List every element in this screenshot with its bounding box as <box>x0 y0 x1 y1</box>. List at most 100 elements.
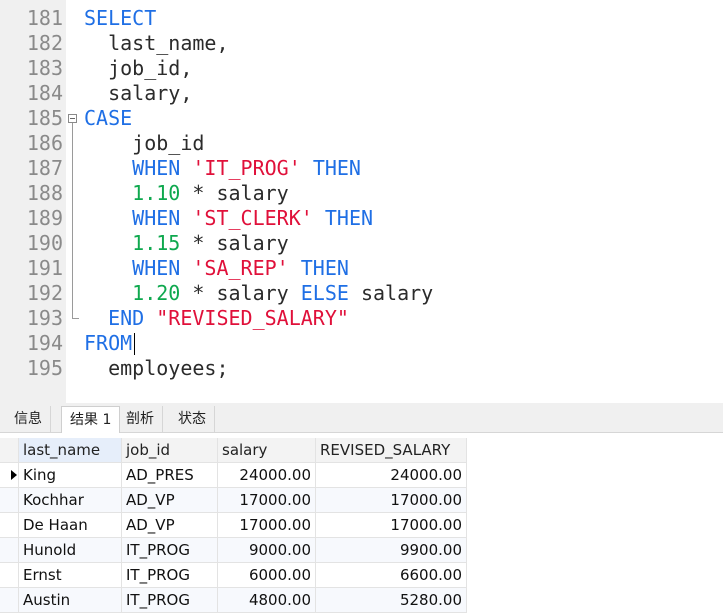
code-line[interactable]: 191 WHEN 'SA_REP' THEN <box>0 256 723 281</box>
code-text: WHEN 'SA_REP' THEN <box>84 256 349 281</box>
fold-toggle-icon[interactable] <box>68 114 77 123</box>
cell-job-id[interactable]: AD_VP <box>122 488 218 513</box>
code-line[interactable]: 190 1.15 * salary <box>0 231 723 256</box>
code-line[interactable]: 183 job_id, <box>0 56 723 81</box>
code-line[interactable]: 182 last_name, <box>0 31 723 56</box>
code-line[interactable]: 195 employees; <box>0 356 723 381</box>
line-number: 192 <box>26 281 63 305</box>
code-text: END "REVISED_SALARY" <box>84 306 349 331</box>
code-text: job_id <box>84 131 204 156</box>
sql-string: "REVISED_SALARY" <box>156 306 349 330</box>
cell-job-id[interactable]: IT_PROG <box>122 563 218 588</box>
line-number: 184 <box>26 81 63 105</box>
cell-revised-salary[interactable]: 17000.00 <box>316 513 467 538</box>
tab-info[interactable]: 信息 <box>6 406 51 432</box>
code-line[interactable]: 193 END "REVISED_SALARY" <box>0 306 723 331</box>
cell-salary[interactable]: 24000.00 <box>218 463 316 488</box>
cell-revised-salary[interactable]: 6600.00 <box>316 563 467 588</box>
code-text: 1.20 * salary ELSE salary <box>84 281 433 306</box>
code-line[interactable]: 181 SELECT <box>0 6 723 31</box>
tab-result-1[interactable]: 结果 1 <box>61 406 121 433</box>
sql-string: 'SA_REP' <box>192 256 289 280</box>
result-grid[interactable]: last_name job_id salary REVISED_SALARY K… <box>0 433 723 616</box>
code-line[interactable]: 187 WHEN 'IT_PROG' THEN <box>0 156 723 181</box>
cell-revised-salary[interactable]: 17000.00 <box>316 488 467 513</box>
cell-revised-salary[interactable]: 5280.00 <box>316 588 467 613</box>
code-line[interactable]: 185 CASE <box>0 106 723 131</box>
cell-revised-salary[interactable]: 24000.00 <box>316 463 467 488</box>
cell-job-id[interactable]: AD_VP <box>122 513 218 538</box>
line-number: 193 <box>26 306 63 330</box>
sql-text: salary, <box>84 81 193 105</box>
cell-salary[interactable]: 17000.00 <box>218 488 316 513</box>
code-text: salary, <box>84 81 192 106</box>
cell-last-name[interactable]: Ernst <box>19 563 122 588</box>
cell-salary[interactable]: 17000.00 <box>218 513 316 538</box>
sql-string: 'IT_PROG' <box>192 156 301 180</box>
cell-last-name[interactable]: Hunold <box>19 538 122 563</box>
text-caret <box>134 333 135 355</box>
column-header-last-name[interactable]: last_name <box>19 438 122 463</box>
cell-salary[interactable]: 4800.00 <box>218 588 316 613</box>
code-line[interactable]: 184 salary, <box>0 81 723 106</box>
code-text: CASE <box>84 106 132 131</box>
code-line[interactable]: 188 1.10 * salary <box>0 181 723 206</box>
cell-salary[interactable]: 6000.00 <box>218 563 316 588</box>
sql-text: salary <box>348 281 434 305</box>
column-header-revised-salary[interactable]: REVISED_SALARY <box>316 438 467 463</box>
cell-job-id[interactable]: IT_PROG <box>122 588 218 613</box>
code-line[interactable]: 194 FROM <box>0 331 723 356</box>
sql-keyword: THEN <box>312 156 361 180</box>
code-text: WHEN 'ST_CLERK' THEN <box>84 206 373 231</box>
code-line[interactable]: 186 job_id <box>0 131 723 156</box>
sql-text: * salary <box>180 231 289 255</box>
line-number: 182 <box>26 31 63 55</box>
row-indicator[interactable] <box>0 488 19 513</box>
cell-last-name[interactable]: King <box>19 463 122 488</box>
code-line[interactable]: 189 WHEN 'ST_CLERK' THEN <box>0 206 723 231</box>
cell-revised-salary[interactable]: 9900.00 <box>316 538 467 563</box>
cell-salary[interactable]: 9000.00 <box>218 538 316 563</box>
cell-last-name[interactable]: Austin <box>19 588 122 613</box>
sql-keyword: END <box>108 306 145 330</box>
code-text: FROM <box>84 331 132 356</box>
line-number: 191 <box>26 256 63 280</box>
tab-profile[interactable]: 剖析 <box>118 406 163 432</box>
sql-keyword: ELSE <box>300 281 349 305</box>
column-header-job-id[interactable]: job_id <box>122 438 218 463</box>
column-header-salary[interactable]: salary <box>218 438 316 463</box>
row-indicator[interactable] <box>0 513 19 538</box>
sql-editor[interactable]: 181 SELECT 182 last_name, 183 job_id, 184 sa… <box>0 0 723 403</box>
sql-number: 1.20 <box>132 281 181 305</box>
cell-job-id[interactable]: IT_PROG <box>122 538 218 563</box>
line-number: 195 <box>26 356 63 380</box>
cell-job-id[interactable]: AD_PRES <box>122 463 218 488</box>
line-number: 187 <box>26 156 63 180</box>
row-indicator[interactable] <box>0 588 19 613</box>
code-text: SELECT <box>84 6 156 31</box>
code-line[interactable]: 192 1.20 * salary ELSE salary <box>0 281 723 306</box>
sql-text: job_id, <box>84 56 193 80</box>
cell-last-name[interactable]: Kochhar <box>19 488 122 513</box>
tab-status[interactable]: 状态 <box>170 406 215 432</box>
result-tab-bar: 信息 结果 1 剖析 状态 <box>0 403 723 433</box>
sql-keyword: FROM <box>84 331 133 355</box>
row-indicator-header <box>0 438 19 463</box>
code-text: employees; <box>84 356 228 381</box>
sql-text: last_name, <box>84 31 229 55</box>
row-indicator[interactable] <box>0 463 19 488</box>
line-number: 183 <box>26 56 63 80</box>
line-number: 189 <box>26 206 63 230</box>
sql-text: * salary <box>180 181 289 205</box>
sql-keyword: THEN <box>300 256 349 280</box>
row-indicator[interactable] <box>0 538 19 563</box>
sql-keyword: WHEN <box>132 256 181 280</box>
cell-last-name[interactable]: De Haan <box>19 513 122 538</box>
row-indicator[interactable] <box>0 563 19 588</box>
